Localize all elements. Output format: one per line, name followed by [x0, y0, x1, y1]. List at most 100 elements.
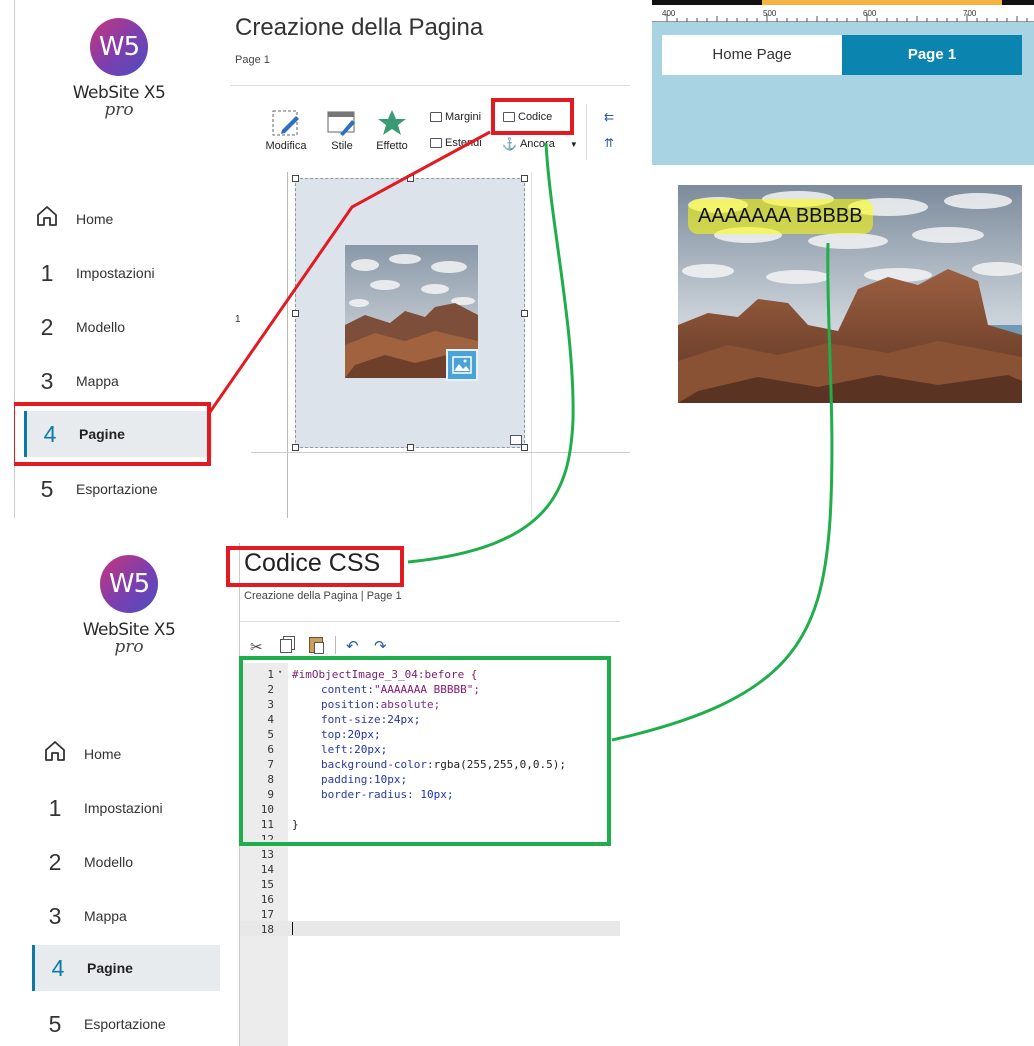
- resize-handle[interactable]: [407, 175, 414, 182]
- sidebar-item-label: Home: [84, 746, 122, 762]
- caption-text: AAAAAAA BBBBB: [698, 205, 863, 227]
- extend-icon: [430, 138, 442, 148]
- line-number: 14: [260, 863, 274, 876]
- active-line: [240, 921, 620, 936]
- ancora-dropdown[interactable]: ⚓ Ancora ▼: [502, 137, 578, 151]
- header-divider: [240, 621, 620, 622]
- sidebar-item-label: Esportazione: [84, 1016, 166, 1032]
- page-canvas: 1: [235, 172, 630, 518]
- nav-page1-label: Page 1: [907, 46, 957, 63]
- sidebar-item-label: Mappa: [84, 908, 127, 924]
- modifica-button[interactable]: Modifica: [258, 108, 314, 152]
- sidebar-item-label: Mappa: [76, 373, 119, 389]
- row-number: 1: [235, 314, 241, 325]
- page-preview: 400 500 600 700 Home Page Page 1 AAAAAAA…: [652, 0, 1034, 412]
- stile-label: Stile: [331, 140, 353, 152]
- grid-line: [287, 172, 288, 518]
- stile-button[interactable]: Stile: [322, 108, 362, 152]
- ruler-ticks: [666, 14, 1028, 22]
- grid-line: [531, 172, 532, 518]
- sidebar-item-impostazioni[interactable]: 1 Impostazioni: [24, 250, 212, 296]
- estendi-button[interactable]: Estendi: [430, 137, 488, 149]
- codice-highlight: [491, 98, 574, 135]
- ruler-label: 700: [963, 9, 977, 18]
- line-number: 13: [260, 848, 274, 861]
- caption-overlay: AAAAAAA BBBBB: [688, 199, 873, 234]
- line-number: 15: [260, 878, 274, 891]
- margini-button[interactable]: Margini: [430, 111, 481, 123]
- step-number: 1: [40, 259, 54, 286]
- sidebar-item-mappa[interactable]: 3 Mappa: [32, 893, 220, 939]
- logo: W5 WebSite X5 pro: [74, 555, 184, 656]
- sidebar-item-label: Modello: [84, 854, 134, 870]
- sidebar-item-modello[interactable]: 2 Modello: [32, 839, 220, 885]
- code-highlight: [239, 656, 611, 846]
- copy-icon[interactable]: [280, 639, 292, 653]
- line-number: 16: [260, 893, 274, 906]
- resize-handle[interactable]: [292, 310, 299, 317]
- effetto-label: Effetto: [376, 140, 408, 152]
- chevron-down-icon: ▼: [569, 139, 578, 149]
- grid-line: [251, 452, 630, 453]
- step-number: 4: [51, 954, 65, 981]
- paste-icon[interactable]: [309, 637, 324, 654]
- undo-icon[interactable]: ↶: [346, 637, 359, 655]
- anchor-icon: ⚓: [502, 137, 517, 151]
- align-bottom-icon[interactable]: ⇈: [604, 136, 614, 150]
- resize-handle[interactable]: [521, 310, 528, 317]
- home-icon: [40, 739, 70, 769]
- sidebar-item-pagine[interactable]: 4 Pagine: [32, 945, 220, 991]
- sidebar-item-modello[interactable]: 2 Modello: [24, 304, 212, 350]
- sidebar-item-mappa[interactable]: 3 Mappa: [24, 358, 212, 404]
- margini-label: Margini: [445, 111, 482, 123]
- star-icon: [378, 110, 406, 135]
- image-object[interactable]: [292, 175, 528, 451]
- logo-edition: pro: [104, 100, 134, 120]
- sidebar-item-home[interactable]: Home: [24, 196, 212, 242]
- logo-mark: W5: [90, 18, 148, 76]
- effetto-button[interactable]: Effetto: [370, 108, 414, 152]
- nav-home[interactable]: Home Page: [662, 35, 842, 75]
- ruler: 400 500 600 700: [652, 0, 1034, 22]
- toolbar-divider: [586, 104, 587, 160]
- sidebar-item-impostazioni[interactable]: 1 Impostazioni: [32, 785, 220, 831]
- resize-handle[interactable]: [521, 175, 528, 182]
- image-placeholder-icon: [446, 349, 478, 381]
- ancora-label: Ancora: [519, 138, 555, 150]
- ruler-label: 600: [863, 9, 877, 18]
- resize-handle[interactable]: [407, 444, 414, 451]
- cut-icon[interactable]: ✂: [250, 638, 263, 656]
- logo: W5 WebSite X5 pro: [64, 18, 174, 120]
- css-editor-panel: W5 WebSite X5 pro Home 1 Impostazioni 2 …: [22, 543, 620, 1046]
- step-number: 5: [48, 1010, 62, 1037]
- step-number: 5: [40, 475, 54, 502]
- sidebar-item-label: Modello: [76, 319, 126, 335]
- margins-icon: [430, 112, 442, 122]
- home-icon: [32, 204, 62, 234]
- sidebar-item-label: Impostazioni: [76, 265, 155, 281]
- nav-page1[interactable]: Page 1: [842, 35, 1022, 75]
- step-number: 2: [40, 313, 54, 340]
- sidebar-item-home[interactable]: Home: [32, 731, 220, 777]
- step-number: 3: [48, 902, 62, 929]
- text-cursor: [292, 922, 293, 935]
- resize-handle[interactable]: [292, 175, 299, 182]
- sidebar-item-esportazione[interactable]: 5 Esportazione: [24, 466, 212, 512]
- ruler-label: 500: [763, 9, 777, 18]
- sidebar: W5 WebSite X5 pro Home 1 Impostazioni 2 …: [22, 543, 240, 1046]
- resize-handle[interactable]: [521, 444, 528, 451]
- line-number: 17: [260, 908, 274, 921]
- title-highlight: [226, 546, 404, 587]
- logo-mark: W5: [100, 555, 158, 613]
- page-editor-panel: W5 WebSite X5 pro Home 1 Impostazioni 2 …: [14, 0, 630, 518]
- toolbar-divider: [335, 636, 336, 654]
- ruler-label: 400: [662, 9, 676, 18]
- sidebar-item-label: Esportazione: [76, 481, 158, 497]
- redo-icon[interactable]: ↷: [374, 637, 387, 655]
- resize-handle[interactable]: [292, 444, 299, 451]
- header-divider: [230, 85, 630, 86]
- sidebar-item-label: Pagine: [87, 960, 133, 976]
- line-number: 18: [260, 923, 274, 936]
- align-top-icon[interactable]: ⇇: [604, 110, 614, 124]
- sidebar-item-esportazione[interactable]: 5 Esportazione: [32, 1001, 220, 1046]
